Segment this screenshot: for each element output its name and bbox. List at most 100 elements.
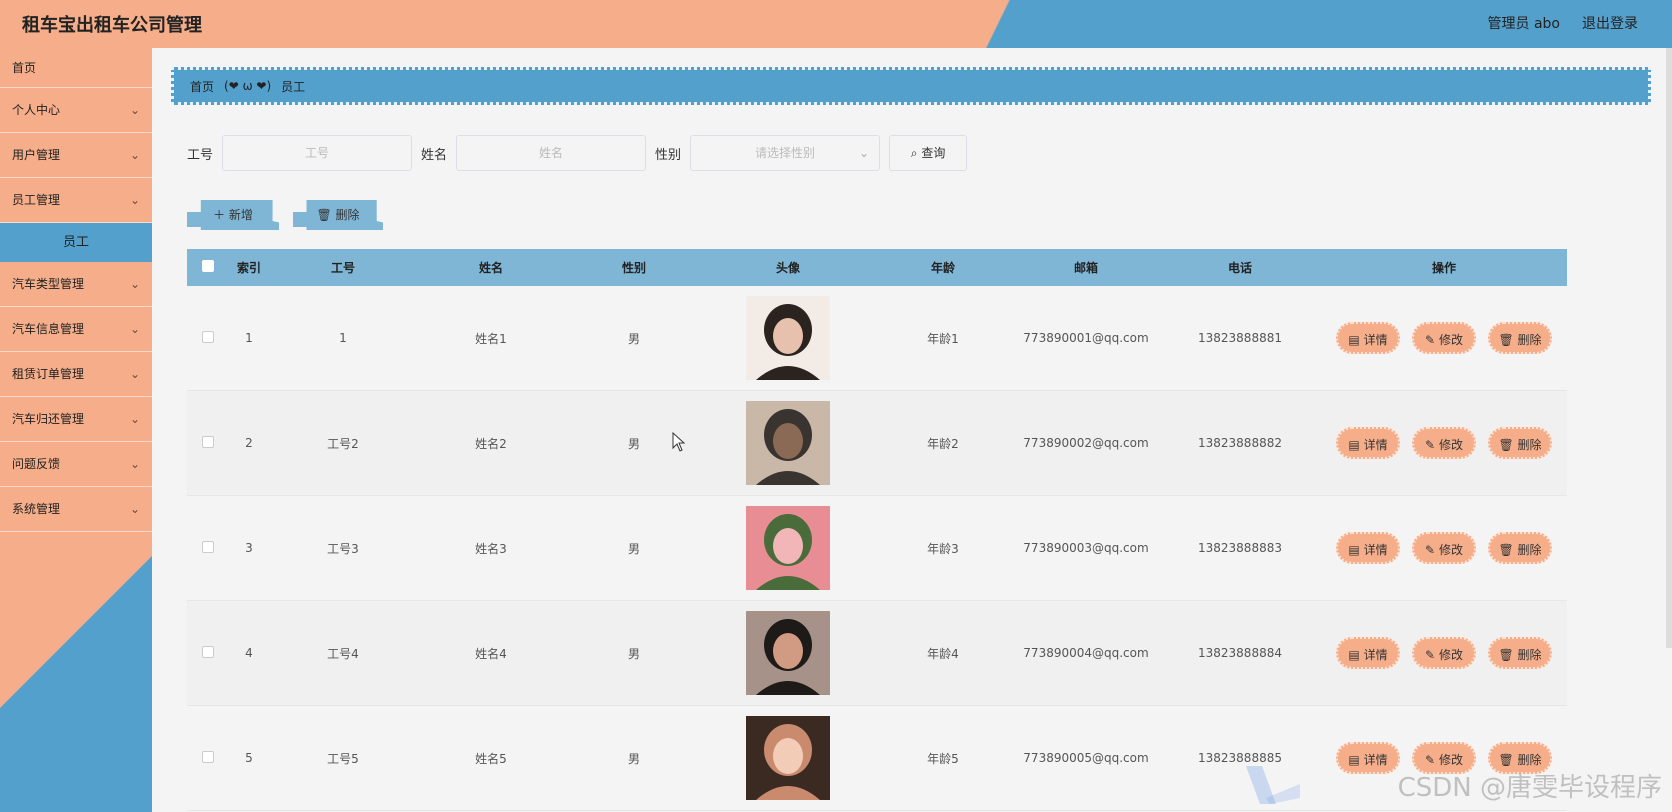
- cell-avatar: [703, 401, 873, 485]
- col-header-age: 年龄: [930, 261, 955, 275]
- sidebar: 首页 个人中心 ⌄ 用户管理 ⌄ 员工管理 ⌄ 员工 汽车类型管理 ⌄ 汽车信息管理 ⌄ …: [0, 48, 152, 812]
- logout-link[interactable]: 退出登录: [1582, 13, 1638, 33]
- pencil-icon: ✎: [1425, 648, 1436, 662]
- sidebar-item-users[interactable]: 用户管理 ⌄: [0, 133, 152, 178]
- sidebar-item-profile[interactable]: 个人中心 ⌄: [0, 88, 152, 133]
- csdn-logo-icon: [1246, 766, 1300, 804]
- cell-name: 姓名4: [475, 646, 507, 661]
- document-icon: ▤: [1348, 753, 1360, 767]
- sidebar-item-system[interactable]: 系统管理 ⌄: [0, 487, 152, 532]
- sidebar-item-label: 首页: [12, 61, 37, 75]
- detail-button[interactable]: ▤ 详情: [1336, 427, 1400, 459]
- avatar[interactable]: [746, 611, 830, 695]
- document-icon: ▤: [1348, 543, 1360, 557]
- sidebar-item-label: 个人中心: [12, 103, 61, 117]
- avatar[interactable]: [746, 716, 830, 800]
- sidebar-item-label: 汽车信息管理: [12, 322, 85, 336]
- cell-employee-id: 1: [339, 331, 347, 345]
- cell-gender: 男: [627, 751, 640, 766]
- row-select-cell: [187, 645, 229, 661]
- cell-actions: ▤ 详情 ✎ 修改 🗑 删除: [1321, 532, 1567, 564]
- header-user-area: 管理员 abo 退出登录: [1488, 13, 1638, 33]
- sidebar-subitem-employee[interactable]: 员工: [0, 223, 152, 262]
- cell-phone: 13823888882: [1198, 436, 1282, 450]
- cell-gender: 男: [627, 541, 640, 556]
- sidebar-item-rental-orders[interactable]: 租赁订单管理 ⌄: [0, 352, 152, 397]
- col-header-index: 索引: [236, 261, 261, 275]
- query-button[interactable]: ⌕ 查询: [889, 135, 968, 171]
- sidebar-item-car-info[interactable]: 汽车信息管理 ⌄: [0, 307, 152, 352]
- gender-select[interactable]: 请选择性别 ⌄: [690, 135, 881, 171]
- pencil-icon: ✎: [1425, 333, 1436, 347]
- cell-name: 姓名2: [475, 436, 507, 451]
- gender-select-placeholder: 请选择性别: [755, 146, 816, 160]
- detail-button-label: 详情: [1363, 438, 1388, 452]
- employee-id-label: 工号: [187, 147, 214, 163]
- avatar[interactable]: [746, 506, 830, 590]
- sidebar-item-label: 汽车类型管理: [12, 277, 85, 291]
- sidebar-item-car-returns[interactable]: 汽车归还管理 ⌄: [0, 397, 152, 442]
- trash-icon: 🗑: [1498, 648, 1514, 662]
- trash-icon: 🗑: [1498, 753, 1514, 767]
- table-row: 1 1 姓名1 男 年龄1 773890001@qq.com 13823888881 ▤ 详情…: [187, 286, 1567, 391]
- avatar[interactable]: [746, 401, 830, 485]
- table-row: 5 工号5 姓名5 男年龄5 773890005@qq.com 13823888885 ▤ …: [187, 706, 1567, 811]
- cell-index: 4: [245, 646, 253, 660]
- cell-email: 773890002@qq.com: [1023, 436, 1149, 450]
- search-form: 工号 工号 姓名 姓名 性别 请选择性别 ⌄ ⌕ 查询: [187, 135, 968, 171]
- col-header-gender: 性别: [621, 261, 646, 275]
- table-header: 索引 工号 姓名 性别 头像 年龄 邮箱 电话 操作: [187, 249, 1567, 286]
- chevron-up-icon: ⌄: [129, 193, 140, 207]
- mouse-cursor-icon: [672, 432, 686, 452]
- sidebar-item-feedback[interactable]: 问题反馈 ⌄: [0, 442, 152, 487]
- detail-button[interactable]: ▤ 详情: [1336, 742, 1400, 774]
- cell-employee-id: 工号5: [327, 751, 359, 766]
- name-input[interactable]: 姓名: [456, 135, 647, 171]
- batch-delete-button[interactable]: 🗑 删除: [293, 200, 383, 230]
- select-all-checkbox[interactable]: [202, 260, 214, 272]
- edit-button[interactable]: ✎ 修改: [1412, 637, 1476, 669]
- employee-id-input[interactable]: 工号: [222, 135, 413, 171]
- cell-age: 年龄5: [927, 751, 959, 766]
- sidebar-item-car-types[interactable]: 汽车类型管理 ⌄: [0, 262, 152, 307]
- query-button-label: 查询: [921, 146, 946, 160]
- detail-button[interactable]: ▤ 详情: [1336, 532, 1400, 564]
- trash-icon: 🗑: [316, 208, 332, 222]
- admin-user-label[interactable]: 管理员 abo: [1488, 13, 1560, 33]
- delete-button-label: 删除: [1517, 333, 1542, 347]
- delete-button[interactable]: 🗑 删除: [1488, 637, 1552, 669]
- edit-button-label: 修改: [1438, 753, 1463, 767]
- delete-button[interactable]: 🗑 删除: [1488, 322, 1552, 354]
- delete-button[interactable]: 🗑 删除: [1488, 532, 1552, 564]
- row-checkbox[interactable]: [202, 750, 214, 763]
- sidebar-item-home[interactable]: 首页: [0, 48, 152, 88]
- delete-button[interactable]: 🗑 删除: [1488, 427, 1552, 459]
- add-button-label: 新增: [228, 208, 253, 222]
- document-icon: ▤: [1348, 333, 1360, 347]
- edit-button-label: 修改: [1438, 333, 1463, 347]
- avatar[interactable]: [746, 296, 830, 380]
- row-checkbox[interactable]: [202, 330, 214, 343]
- breadcrumb-home[interactable]: 首页: [190, 78, 214, 95]
- col-header-avatar: 头像: [775, 261, 800, 275]
- edit-button[interactable]: ✎ 修改: [1412, 532, 1476, 564]
- table-row: 3 工号3 姓名3 男 年龄3 773890003@qq.com 13823888883 ▤ …: [187, 496, 1567, 601]
- row-checkbox[interactable]: [202, 645, 214, 658]
- detail-button[interactable]: ▤ 详情: [1336, 637, 1400, 669]
- cell-email: 773890005@qq.com: [1023, 751, 1149, 765]
- col-header-email: 邮箱: [1073, 261, 1098, 275]
- pencil-icon: ✎: [1425, 438, 1436, 452]
- detail-button[interactable]: ▤ 详情: [1336, 322, 1400, 354]
- cell-email: 773890003@qq.com: [1023, 541, 1149, 555]
- document-icon: ▤: [1348, 648, 1360, 662]
- page-scrollbar[interactable]: [1666, 48, 1672, 648]
- cell-index: 5: [245, 751, 253, 765]
- row-checkbox[interactable]: [202, 435, 214, 448]
- row-checkbox[interactable]: [202, 540, 214, 553]
- row-select-cell: [187, 330, 229, 346]
- add-button[interactable]: ＋ 新增: [187, 200, 279, 230]
- sidebar-item-employees[interactable]: 员工管理 ⌄: [0, 178, 152, 223]
- delete-button-label: 删除: [335, 208, 360, 222]
- edit-button[interactable]: ✎ 修改: [1412, 322, 1476, 354]
- edit-button[interactable]: ✎ 修改: [1412, 427, 1476, 459]
